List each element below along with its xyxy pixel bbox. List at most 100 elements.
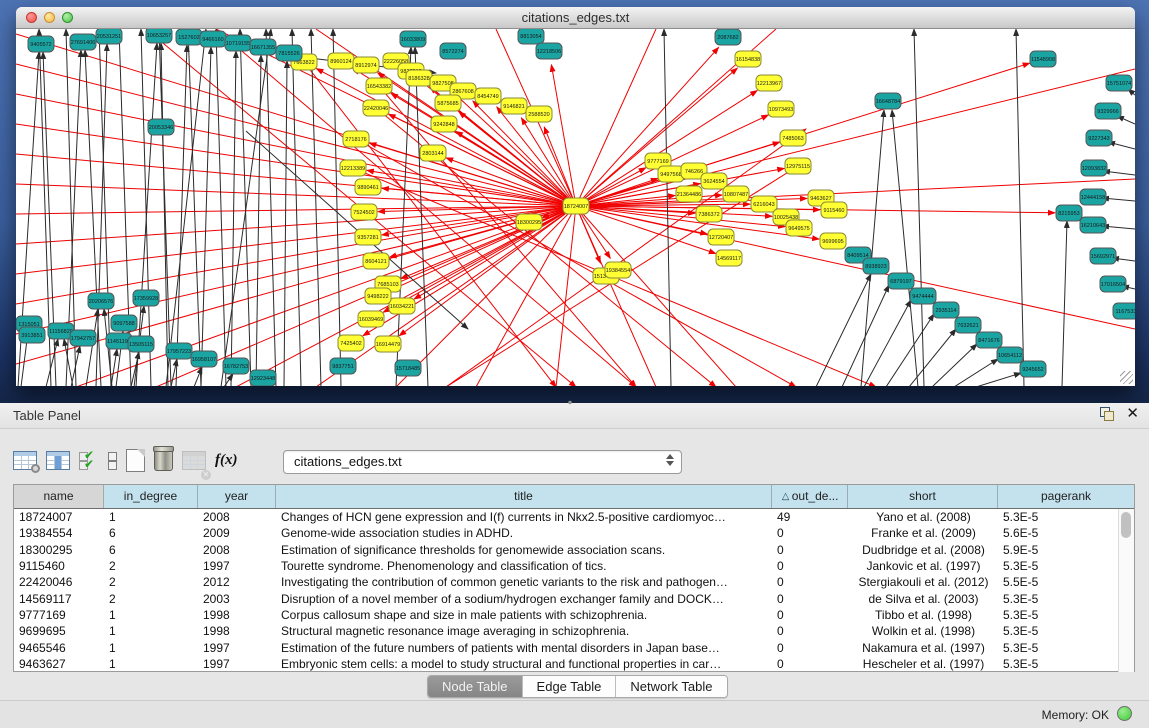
graph-node[interactable]: 9097588 — [111, 315, 137, 331]
table-vertical-scrollbar[interactable] — [1118, 509, 1134, 672]
graph-node[interactable]: 8215953 — [1056, 205, 1082, 221]
graph-node[interactable]: 9227343 — [1086, 130, 1112, 146]
graph-node[interactable]: 8912974 — [353, 57, 379, 73]
graph-node[interactable]: 5875685 — [435, 95, 461, 111]
citation-graph[interactable]: 7663822896012489129742222605898275058186… — [16, 29, 1135, 386]
graph-node[interactable]: 16154838 — [735, 51, 761, 67]
graph-node[interactable]: 14569117 — [716, 250, 742, 266]
graph-node[interactable]: 9474444 — [910, 288, 936, 304]
graph-node[interactable]: 16210643 — [1080, 217, 1106, 233]
graph-node[interactable]: 17016504 — [1100, 276, 1126, 292]
table-row[interactable]: 1872400712008Changes of HCN gene express… — [14, 509, 1134, 525]
graph-node[interactable]: 7485063 — [780, 130, 806, 146]
graph-node[interactable]: 15692971 — [1090, 248, 1116, 264]
graph-node[interactable]: 9497568 — [658, 166, 684, 182]
table-row[interactable]: 946362711997Embryonic stem cells: a mode… — [14, 656, 1134, 672]
delete-table-icon[interactable] — [154, 445, 173, 475]
graph-node[interactable]: 12213389 — [340, 160, 366, 176]
graph-node[interactable]: 9329966 — [1095, 103, 1121, 119]
graph-node[interactable]: 21364486 — [676, 186, 702, 202]
column-header-short[interactable]: short — [848, 485, 998, 508]
graph-node[interactable]: 10807487 — [723, 186, 749, 202]
column-header-name[interactable]: name — [14, 485, 104, 508]
graph-node[interactable]: 9837751 — [330, 358, 356, 374]
graph-node[interactable]: 1167533 — [1113, 303, 1135, 319]
graph-node[interactable]: 22420046 — [363, 100, 389, 116]
graph-node[interactable]: 9498222 — [365, 288, 391, 304]
graph-node[interactable]: 6879197 — [888, 273, 914, 289]
graph-node[interactable]: 15751074 — [1106, 75, 1132, 91]
graph-node[interactable]: 9699695 — [820, 233, 846, 249]
select-rows-icon[interactable]: ✔ ✔ — [79, 445, 99, 475]
splitter-grip[interactable] — [565, 400, 575, 405]
graph-node[interactable]: 16039469 — [358, 311, 384, 327]
new-table-icon[interactable] — [126, 445, 145, 475]
table-row[interactable]: 1830029562008Estimation of significance … — [14, 542, 1134, 558]
column-header-in_degree[interactable]: in_degree — [104, 485, 198, 508]
network-window-titlebar[interactable]: citations_edges.txt — [16, 7, 1135, 29]
column-header-pagerank[interactable]: pagerank — [998, 485, 1134, 508]
graph-node[interactable]: 2718176 — [343, 131, 369, 147]
graph-node[interactable]: 10719155 — [225, 35, 251, 51]
graph-node[interactable]: 9245652 — [1020, 361, 1046, 377]
graph-node[interactable]: 20531251 — [96, 29, 122, 44]
graph-node[interactable]: 10653257 — [146, 29, 172, 43]
graph-node[interactable]: 12218506 — [536, 43, 562, 59]
graph-node[interactable]: 16034221 — [389, 298, 415, 314]
graph-node[interactable]: 16033809 — [400, 31, 426, 47]
graph-node[interactable]: 10654112 — [997, 347, 1023, 363]
graph-node[interactable]: 8572274 — [440, 43, 466, 59]
memory-ok-indicator[interactable] — [1117, 706, 1132, 721]
graph-node[interactable]: 9146821 — [501, 98, 527, 114]
table-settings-icon[interactable] — [13, 445, 37, 475]
graph-node[interactable]: 2087682 — [715, 29, 741, 45]
float-panel-icon[interactable] — [1099, 406, 1114, 421]
graph-node[interactable]: 8604121 — [363, 253, 389, 269]
graph-node[interactable]: 8471676 — [976, 332, 1002, 348]
graph-node[interactable]: 12093832 — [1081, 160, 1107, 176]
graph-node[interactable]: 10973493 — [768, 101, 794, 117]
graph-node[interactable]: 9405572 — [28, 36, 54, 52]
graph-node[interactable]: 18724007 — [563, 198, 589, 214]
graph-node[interactable]: 12975115 — [785, 158, 811, 174]
graph-node[interactable]: 8186328 — [406, 70, 432, 86]
graph-node[interactable]: 3624554 — [701, 173, 727, 189]
graph-node[interactable]: 3913851 — [19, 327, 45, 343]
function-builder-icon[interactable]: f(x) — [215, 445, 238, 475]
graph-node[interactable]: 16914479 — [375, 336, 401, 352]
graph-node[interactable]: 9357281 — [355, 229, 381, 245]
tab-network-table[interactable]: Network Table — [616, 676, 726, 697]
graph-node[interactable]: 7386372 — [696, 206, 722, 222]
scrollbar-thumb[interactable] — [1121, 512, 1131, 538]
close-panel-icon[interactable]: ✕ — [1126, 406, 1139, 421]
graph-node[interactable]: 7425402 — [338, 335, 364, 351]
column-header-out_de[interactable]: △out_de... — [772, 485, 848, 508]
graph-node[interactable]: 12923448 — [250, 370, 276, 386]
table-row[interactable]: 911546021997Tourette syndrome. Phenomeno… — [14, 558, 1134, 574]
tab-edge-table[interactable]: Edge Table — [523, 676, 617, 697]
graph-node[interactable]: 8938923 — [863, 258, 889, 274]
graph-node[interactable]: 8960124 — [328, 53, 354, 69]
graph-node[interactable]: 9890461 — [355, 179, 381, 195]
graph-node[interactable]: 18300295 — [516, 214, 542, 230]
graph-node[interactable]: 8813054 — [518, 29, 544, 44]
table-row[interactable]: 1456911722003Disruption of a novel membe… — [14, 590, 1134, 606]
graph-node[interactable]: 17942757 — [70, 330, 96, 346]
graph-node[interactable]: 7524502 — [351, 204, 377, 220]
column-header-year[interactable]: year — [198, 485, 276, 508]
graph-node[interactable]: 19384554 — [605, 262, 631, 278]
graph-node[interactable]: 17957223 — [166, 343, 192, 359]
graph-node[interactable]: 16782753 — [223, 358, 249, 374]
graph-node[interactable]: 13505115 — [128, 336, 154, 352]
graph-node[interactable]: 9649575 — [786, 220, 812, 236]
graph-node[interactable]: 12720407 — [708, 229, 734, 245]
table-row[interactable]: 2242004622012Investigating the contribut… — [14, 574, 1134, 590]
clear-rows-icon[interactable] — [108, 445, 117, 475]
graph-node[interactable]: 16958107 — [191, 351, 217, 367]
tab-node-table[interactable]: Node Table — [428, 676, 523, 697]
graph-node[interactable]: 6216043 — [751, 196, 777, 212]
column-header-title[interactable]: title — [276, 485, 772, 508]
graph-node[interactable]: 20053346 — [148, 119, 174, 135]
graph-node[interactable]: 9242848 — [431, 116, 457, 132]
graph-node[interactable]: 12444158 — [1080, 189, 1106, 205]
